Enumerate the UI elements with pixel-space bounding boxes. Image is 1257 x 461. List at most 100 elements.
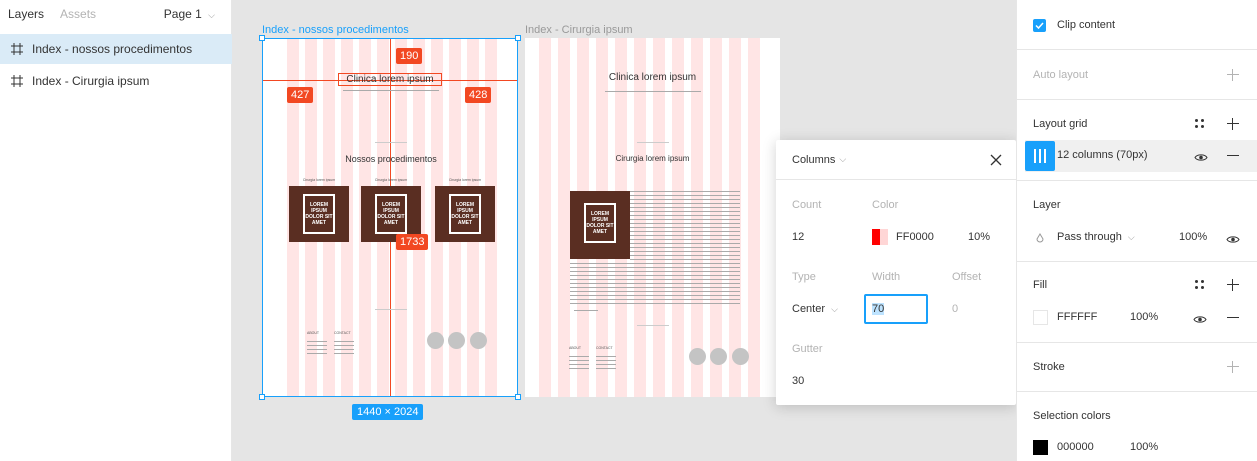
width-input[interactable]: 70 bbox=[864, 294, 928, 324]
layer-title: Layer bbox=[1033, 199, 1061, 211]
resize-handle[interactable] bbox=[515, 394, 521, 400]
procedure-card: LOREM IPSUM DOLOR SIT AMET bbox=[289, 186, 349, 242]
page-selector[interactable]: Page 1 ⌵ bbox=[164, 7, 215, 21]
add-stroke-icon[interactable] bbox=[1227, 361, 1239, 373]
count-input[interactable]: 12 bbox=[792, 231, 804, 243]
resize-handle[interactable] bbox=[259, 35, 265, 41]
footer-col-about: ABOUT bbox=[569, 346, 582, 350]
measure-badge-bottom: 1733 bbox=[396, 234, 429, 250]
offset-label: Offset bbox=[952, 271, 982, 283]
social-icon bbox=[710, 348, 727, 365]
fill-opacity-input[interactable]: 100% bbox=[1130, 311, 1158, 323]
social-icon bbox=[427, 332, 444, 349]
layer-item-label: Index - nossos procedimentos bbox=[32, 42, 193, 56]
social-icon bbox=[732, 348, 749, 365]
auto-layout-section: Auto layout bbox=[1017, 50, 1257, 100]
add-layout-grid-icon[interactable] bbox=[1227, 118, 1239, 130]
fill-title: Fill bbox=[1033, 279, 1048, 291]
frame-label-2[interactable]: Index - Cirurgia ipsum bbox=[525, 24, 633, 36]
frame2-title: Clinica lorem ipsum bbox=[608, 72, 697, 83]
color-label: Color bbox=[872, 199, 899, 211]
fill-styles-icon[interactable] bbox=[1195, 280, 1205, 290]
stroke-title: Stroke bbox=[1033, 361, 1065, 373]
selection-color-opacity[interactable]: 100% bbox=[1130, 441, 1158, 453]
eye-icon[interactable] bbox=[1194, 151, 1208, 161]
stroke-section: Stroke bbox=[1017, 343, 1257, 392]
gutter-label: Gutter bbox=[792, 343, 823, 355]
frame2-section-title: Cirurgia lorem ipsum bbox=[615, 154, 690, 163]
layout-grid-item-label: 12 columns (70px) bbox=[1057, 149, 1148, 161]
layout-grid-popup: Columns ⌵ Count Color 12 FF0000 10% Type… bbox=[776, 140, 1016, 405]
measure-badge-left: 427 bbox=[287, 87, 314, 103]
selection-color-hex[interactable]: 000000 bbox=[1057, 441, 1094, 453]
columns-grid-icon[interactable] bbox=[1025, 141, 1055, 171]
social-icon bbox=[470, 332, 487, 349]
footer-col-contact: CONTACT bbox=[596, 346, 613, 350]
color-opacity-input[interactable]: 10% bbox=[968, 231, 990, 243]
layer-item-frame2[interactable]: Index - Cirurgia ipsum bbox=[0, 66, 232, 96]
eye-icon[interactable] bbox=[1226, 233, 1240, 243]
frame-hash-icon bbox=[10, 74, 24, 88]
fill-swatch[interactable] bbox=[1033, 310, 1048, 325]
count-label: Count bbox=[792, 199, 822, 211]
color-swatch[interactable] bbox=[872, 229, 888, 245]
eye-icon[interactable] bbox=[1193, 313, 1207, 323]
grid-type-dropdown[interactable]: Columns ⌵ bbox=[776, 140, 1016, 180]
remove-fill-icon[interactable] bbox=[1227, 317, 1239, 318]
resize-handle[interactable] bbox=[515, 35, 521, 41]
selection-colors-title: Selection colors bbox=[1033, 410, 1111, 422]
blend-mode-dropdown[interactable]: Pass through ⌵ bbox=[1057, 231, 1135, 243]
type-dropdown-value: Center bbox=[792, 303, 826, 315]
clip-content-section: Clip content bbox=[1017, 0, 1257, 50]
footer-col-contact: CONTACT bbox=[334, 331, 351, 335]
frame1-section-title: Nossos procedimentos bbox=[345, 154, 437, 164]
card-label: Cirurgia lorem ipsum bbox=[374, 178, 408, 182]
resize-handle[interactable] bbox=[259, 394, 265, 400]
width-input-value: 70 bbox=[872, 303, 885, 315]
blend-mode-value: Pass through bbox=[1057, 231, 1122, 243]
chevron-down-icon: ⌵ bbox=[1127, 232, 1135, 242]
card-label: Cirurgia lorem ipsum bbox=[302, 178, 336, 182]
chevron-down-icon: ⌵ bbox=[208, 10, 215, 20]
tab-assets[interactable]: Assets bbox=[60, 7, 96, 21]
auto-layout-title: Auto layout bbox=[1033, 69, 1089, 81]
tab-layers[interactable]: Layers bbox=[8, 7, 44, 21]
blend-mode-icon bbox=[1036, 232, 1044, 243]
layer-opacity-input[interactable]: 100% bbox=[1179, 231, 1207, 243]
remove-grid-icon[interactable] bbox=[1227, 155, 1239, 156]
social-icon bbox=[448, 332, 465, 349]
frame-size-badge: 1440 × 2024 bbox=[352, 404, 424, 420]
frame-label-1[interactable]: Index - nossos procedimentos bbox=[262, 24, 409, 36]
clip-content-checkbox[interactable] bbox=[1033, 19, 1046, 32]
procedure-card: LOREM IPSUM DOLOR SIT AMET bbox=[435, 186, 495, 242]
page-selector-label: Page 1 bbox=[163, 7, 202, 21]
type-dropdown[interactable]: Center ⌵ bbox=[792, 303, 838, 315]
gutter-input[interactable]: 30 bbox=[792, 375, 804, 387]
type-label: Type bbox=[792, 271, 816, 283]
layer-item-label: Index - Cirurgia ipsum bbox=[32, 74, 150, 88]
grid-styles-icon[interactable] bbox=[1195, 119, 1205, 129]
layer-section: Layer Pass through ⌵ 100% bbox=[1017, 181, 1257, 262]
layout-grid-item[interactable]: 12 columns (70px) bbox=[1025, 140, 1257, 172]
clip-content-label: Clip content bbox=[1057, 19, 1116, 31]
offset-input[interactable]: 0 bbox=[952, 303, 958, 315]
chevron-down-icon: ⌵ bbox=[831, 304, 838, 314]
procedure-card: LOREM IPSUM DOLOR SIT AMET bbox=[570, 191, 630, 259]
chevron-down-icon: ⌵ bbox=[839, 154, 847, 164]
color-hex-input[interactable]: FF0000 bbox=[896, 231, 934, 243]
add-fill-icon[interactable] bbox=[1227, 279, 1239, 291]
close-icon[interactable] bbox=[989, 153, 1003, 167]
frame-cirurgia-ipsum[interactable]: Clinica lorem ipsum Cirurgia lorem ipsum… bbox=[525, 38, 780, 397]
layer-item-frame1[interactable]: Index - nossos procedimentos bbox=[0, 34, 232, 64]
fill-section: Fill FFFFFF 100% bbox=[1017, 262, 1257, 343]
frame1-title: Clinica lorem ipsum bbox=[338, 73, 442, 86]
social-icon bbox=[689, 348, 706, 365]
layout-grid-section: Layout grid 12 columns (70px) bbox=[1017, 100, 1257, 181]
add-auto-layout-icon[interactable] bbox=[1227, 69, 1239, 81]
selection-color-swatch[interactable] bbox=[1033, 440, 1048, 455]
measure-badge-right: 428 bbox=[465, 87, 492, 103]
footer-col-about: ABOUT bbox=[307, 331, 320, 335]
measure-badge-top: 190 bbox=[396, 48, 423, 64]
frame-hash-icon bbox=[10, 42, 24, 56]
fill-hex-input[interactable]: FFFFFF bbox=[1057, 311, 1097, 323]
